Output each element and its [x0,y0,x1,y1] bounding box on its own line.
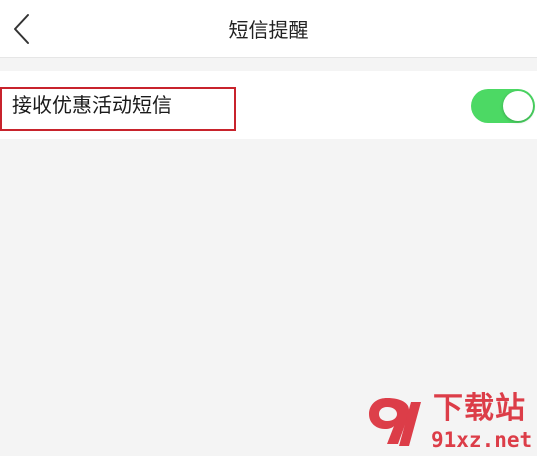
watermark-title: 下载站 [433,391,526,426]
watermark-url: 91xz.net [431,428,533,452]
toggle-knob [503,91,533,121]
navigation-bar: 短信提醒 [0,0,537,58]
watermark-logo-icon [369,398,421,446]
page-title: 短信提醒 [228,18,309,42]
watermark: 下载站 91xz.net [365,388,537,456]
setting-label: 接收优惠活动短信 [12,93,172,117]
promo-sms-toggle[interactable] [471,89,535,123]
setting-row-promo-sms: 接收优惠活动短信 [0,71,537,139]
